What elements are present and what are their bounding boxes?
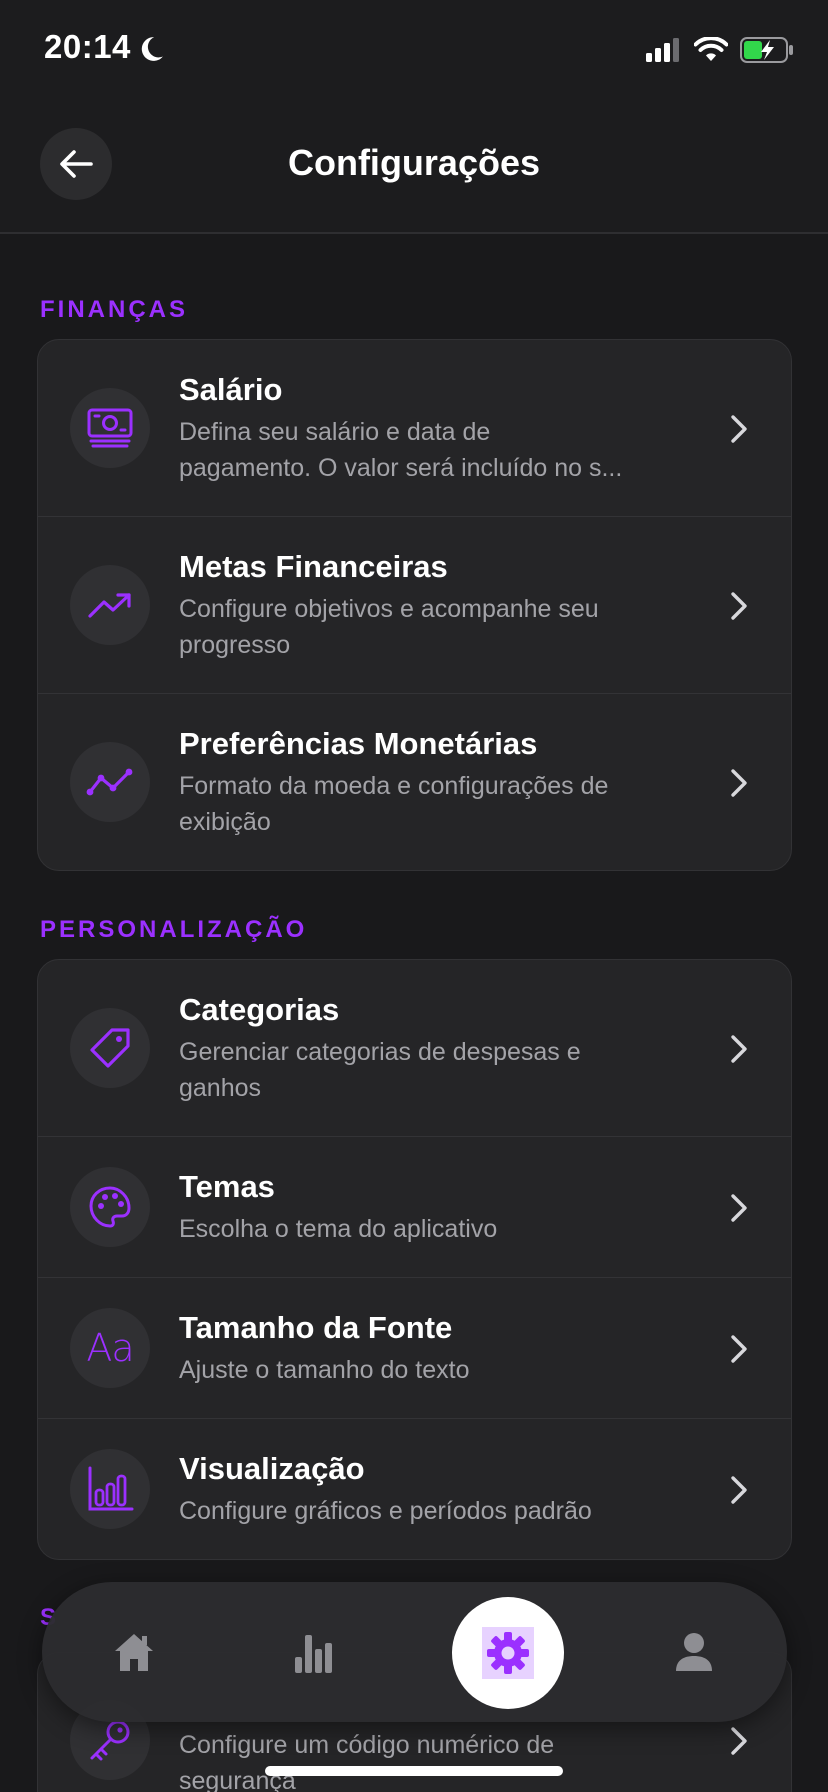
settings-row-tamanho-da-fonte[interactable]: Aa Tamanho da Fonte Ajuste o tamanho do … bbox=[38, 1278, 791, 1419]
row-description: Escolha o tema do aplicativo bbox=[179, 1211, 681, 1247]
status-time: 20:14 bbox=[44, 28, 131, 65]
row-description-line: Configure objetivos e acompanhe seu bbox=[179, 595, 599, 623]
row-description-line: Configure um código numérico de bbox=[179, 1731, 555, 1759]
money-icon bbox=[70, 388, 150, 468]
row-title: Temas bbox=[179, 1169, 275, 1204]
bar-chart-icon bbox=[70, 1449, 150, 1529]
tab-home[interactable] bbox=[92, 1610, 176, 1694]
font-size-icon: Aa bbox=[70, 1308, 150, 1388]
trending-up-icon bbox=[70, 565, 150, 645]
settings-row-temas[interactable]: Temas Escolha o tema do aplicativo bbox=[38, 1137, 791, 1278]
cellular-signal-icon bbox=[646, 38, 679, 62]
row-description-line: progresso bbox=[179, 631, 291, 659]
row-description: Defina seu salário e data de pagamento. … bbox=[179, 414, 681, 486]
chevron-right-icon bbox=[731, 1194, 747, 1222]
page-title: Configurações bbox=[287, 142, 541, 183]
row-description: Ajuste o tamanho do texto bbox=[179, 1352, 681, 1388]
tag-icon bbox=[70, 1008, 150, 1088]
tab-settings[interactable] bbox=[452, 1597, 564, 1709]
palette-icon bbox=[70, 1167, 150, 1247]
row-title: Tamanho da Fonte bbox=[179, 1310, 453, 1345]
settings-row-metas-financeiras[interactable]: Metas Financeiras Configure objetivos e … bbox=[38, 517, 791, 694]
row-description-line: Gerenciar categorias de despesas e bbox=[179, 1038, 581, 1066]
home-indicator bbox=[265, 1766, 563, 1776]
row-description: Formato da moeda e configurações de exib… bbox=[179, 768, 681, 840]
status-bar: 20:14 bbox=[0, 0, 828, 92]
row-description-line: Ajuste o tamanho do texto bbox=[179, 1356, 470, 1384]
row-description: Configure objetivos e acompanhe seu prog… bbox=[179, 591, 681, 663]
chevron-right-icon bbox=[731, 769, 747, 797]
moon-icon bbox=[141, 37, 163, 61]
row-title: Salário bbox=[179, 372, 283, 407]
chevron-right-icon bbox=[731, 1335, 747, 1363]
battery-charging-icon bbox=[740, 37, 793, 63]
chevron-right-icon bbox=[731, 415, 747, 443]
row-description: Configure gráficos e períodos padrão bbox=[179, 1493, 681, 1529]
row-description-line: Defina seu salário e data de bbox=[179, 418, 491, 446]
chevron-right-icon bbox=[731, 1476, 747, 1504]
row-description-line: exibição bbox=[179, 808, 271, 836]
tab-stats[interactable] bbox=[272, 1610, 356, 1694]
row-title: Categorias bbox=[179, 992, 340, 1027]
row-description-line: pagamento. O valor será incluído no s... bbox=[179, 454, 623, 482]
settings-row-salario[interactable]: Salário Defina seu salário e data de pag… bbox=[38, 340, 791, 517]
status-icons bbox=[646, 36, 794, 64]
stats-icon bbox=[295, 1635, 332, 1673]
chevron-right-icon bbox=[731, 1035, 747, 1063]
settings-screen: 20:14 Configurações FINANÇAS Salário Def… bbox=[0, 0, 828, 1792]
chevron-right-icon bbox=[731, 592, 747, 620]
row-description: Gerenciar categorias de despesas e ganho… bbox=[179, 1034, 681, 1106]
user-icon bbox=[676, 1633, 712, 1671]
settings-row-visualizacao[interactable]: Visualização Configure gráficos e períod… bbox=[38, 1419, 791, 1559]
section-title-financas: FINANÇAS bbox=[40, 296, 188, 323]
row-description-line: Escolha o tema do aplicativo bbox=[179, 1215, 498, 1243]
row-title: Metas Financeiras bbox=[179, 549, 448, 584]
row-title: Preferências Monetárias bbox=[179, 726, 538, 761]
header-bar: Configurações bbox=[0, 92, 828, 234]
row-description: Configure um código numérico de seguranç… bbox=[179, 1727, 681, 1792]
row-description-line: Configure gráficos e períodos padrão bbox=[179, 1497, 592, 1525]
row-description-line: ganhos bbox=[179, 1074, 262, 1102]
home-icon bbox=[115, 1634, 153, 1671]
row-title: Visualização bbox=[179, 1451, 365, 1486]
settings-icon bbox=[487, 1632, 529, 1674]
section-title-personalizacao: PERSONALIZAÇÃO bbox=[40, 916, 308, 943]
settings-row-preferencias-monetarias[interactable]: Preferências Monetárias Formato da moeda… bbox=[38, 694, 791, 870]
row-description-line: Formato da moeda e configurações de bbox=[179, 772, 609, 800]
settings-row-categorias[interactable]: Categorias Gerenciar categorias de despe… bbox=[38, 960, 791, 1137]
font-size-icon-text: Aa bbox=[86, 1326, 134, 1370]
card-financas: Salário Defina seu salário e data de pag… bbox=[37, 339, 792, 871]
wifi-icon bbox=[694, 37, 728, 61]
card-personalizacao: Categorias Gerenciar categorias de despe… bbox=[37, 959, 792, 1560]
tab-profile[interactable] bbox=[652, 1610, 736, 1694]
bottom-tab-bar bbox=[42, 1582, 787, 1722]
chevron-right-icon bbox=[731, 1727, 747, 1755]
line-chart-icon bbox=[70, 742, 150, 822]
